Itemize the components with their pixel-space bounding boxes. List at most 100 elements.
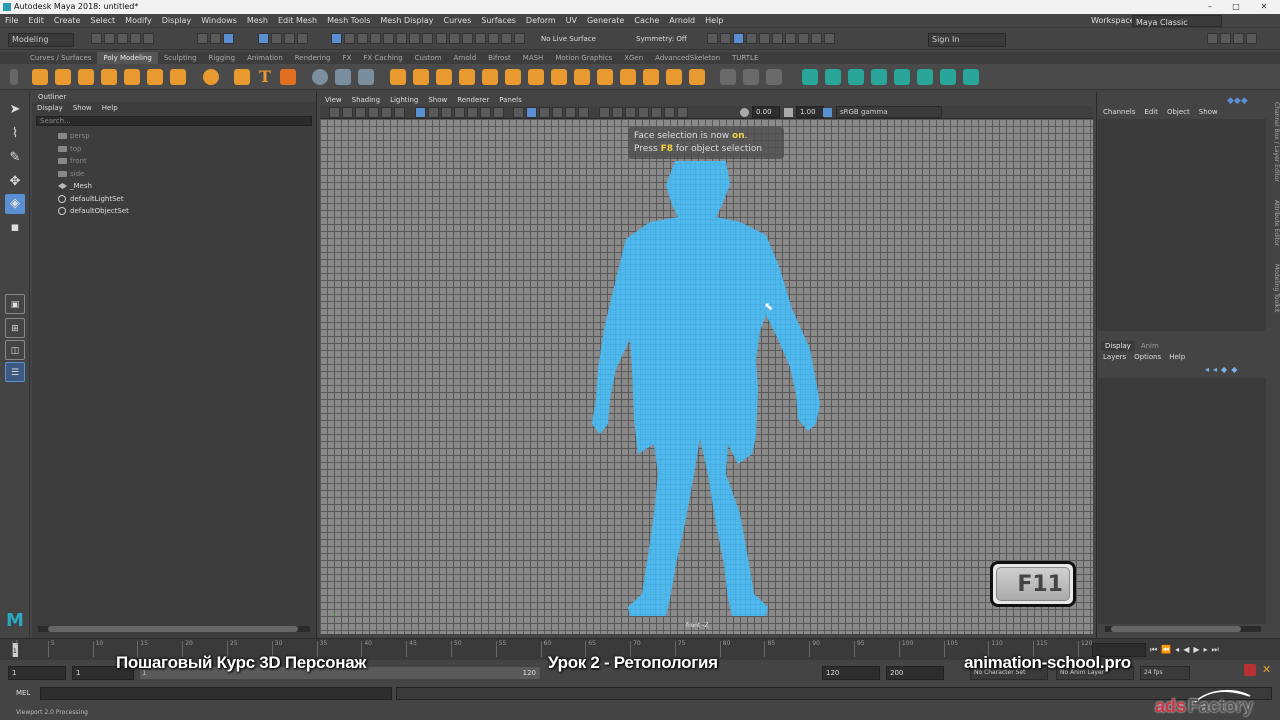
poly-torus-icon[interactable] <box>124 69 140 85</box>
snap-point-icon[interactable] <box>462 33 473 44</box>
select-curve-icon[interactable] <box>357 33 369 44</box>
viewport-menu-shading[interactable]: Shading <box>347 94 385 106</box>
play-backward-icon[interactable]: ◀ <box>1183 645 1193 654</box>
render-settings-icon[interactable] <box>772 33 783 44</box>
separate-icon[interactable] <box>335 69 351 85</box>
poly-cylinder-icon[interactable] <box>78 69 94 85</box>
image-plane-icon[interactable] <box>368 107 379 118</box>
layer-menu-help[interactable]: Help <box>1169 353 1185 361</box>
scale-tool-icon[interactable]: ▪ <box>5 218 25 238</box>
redo-icon[interactable] <box>143 33 154 44</box>
uv-shell-icon[interactable] <box>917 69 933 85</box>
select-misc-icon[interactable] <box>409 33 421 44</box>
shelf-settings-icon[interactable] <box>10 69 18 85</box>
layer-tab-anim[interactable]: Anim <box>1135 341 1165 351</box>
input-ops-icon[interactable] <box>707 33 718 44</box>
pause-icon[interactable] <box>811 33 822 44</box>
hierarchy-mode-icon[interactable] <box>197 33 208 44</box>
snap-curve-icon[interactable] <box>449 33 460 44</box>
grid-toggle-icon[interactable] <box>414 107 426 118</box>
scrollbar-thumb[interactable] <box>48 626 298 632</box>
boolean-icon[interactable] <box>390 69 406 85</box>
poke-icon[interactable] <box>643 69 659 85</box>
ipr-render-icon[interactable] <box>759 33 770 44</box>
workspace-dropdown[interactable]: Maya Classic <box>1132 15 1222 27</box>
new-layer-selected-icon[interactable]: ◆ <box>1231 365 1241 374</box>
outliner-item-mesh[interactable]: _Mesh <box>32 180 316 193</box>
go-to-end-icon[interactable]: ⏭ <box>1212 645 1223 654</box>
render-frame-icon[interactable] <box>746 33 757 44</box>
select-poly-icon[interactable] <box>344 33 356 44</box>
mel-label[interactable]: MEL <box>16 689 30 697</box>
select-deform-icon[interactable] <box>370 33 382 44</box>
menu-uv[interactable]: UV <box>561 14 582 28</box>
maximize-button[interactable]: □ <box>1222 0 1250 14</box>
menu-edit[interactable]: Edit <box>23 14 49 28</box>
menu-windows[interactable]: Windows <box>196 14 242 28</box>
cylindrical-map-icon[interactable] <box>766 69 782 85</box>
shelf-tab-bifrost[interactable]: Bifrost <box>482 52 517 64</box>
poly-disc-icon[interactable] <box>170 69 186 85</box>
shelf-tab-rigging[interactable]: Rigging <box>203 52 242 64</box>
paint-select-tool-icon[interactable]: ✎ <box>5 148 25 168</box>
isolate-select-icon[interactable] <box>624 107 636 118</box>
animation-end-field[interactable]: 200 <box>886 666 944 680</box>
append-polygon-icon[interactable] <box>505 69 521 85</box>
menu-curves[interactable]: Curves <box>438 14 476 28</box>
magnet-icon[interactable] <box>514 33 525 44</box>
viewport-menu-view[interactable]: View <box>320 94 347 106</box>
outliner-item-persp[interactable]: persp <box>32 130 316 143</box>
move-layer-up-icon[interactable]: ◂ <box>1205 365 1213 374</box>
poly-cube-icon[interactable] <box>55 69 71 85</box>
pin-icon[interactable]: ◆ <box>1227 96 1234 106</box>
front-viewport[interactable]: ⬉ front -Z ⌞ <box>320 119 1093 634</box>
textured-icon[interactable] <box>552 107 564 118</box>
menuset-dropdown[interactable]: Modeling <box>8 33 74 47</box>
menu-help[interactable]: Help <box>700 14 728 28</box>
step-forward-icon[interactable]: ▸ <box>1204 645 1212 654</box>
menu-mesh-display[interactable]: Mesh Display <box>375 14 438 28</box>
tool-settings-toggle-icon[interactable] <box>1233 33 1244 44</box>
channel-box-toggle-icon[interactable] <box>1246 33 1257 44</box>
uv-editor-icon[interactable] <box>720 69 736 85</box>
outliner-search-input[interactable]: Search... <box>36 116 312 126</box>
move-tool-icon[interactable]: ✥ <box>5 172 25 192</box>
bevel-icon[interactable] <box>482 69 498 85</box>
move-uv-icon[interactable] <box>894 69 910 85</box>
select-face-icon[interactable] <box>296 33 308 44</box>
menu-mesh[interactable]: Mesh <box>242 14 273 28</box>
character-mesh[interactable] <box>320 119 1093 634</box>
channel-menu-channels[interactable]: Channels <box>1103 108 1135 116</box>
wedge-icon[interactable] <box>666 69 682 85</box>
construction-history-icon[interactable] <box>720 33 731 44</box>
color-management-icon[interactable] <box>823 108 832 117</box>
grease-pencil-icon[interactable] <box>394 107 405 118</box>
channel-menu-edit[interactable]: Edit <box>1144 108 1158 116</box>
outliner-horizontal-scrollbar[interactable] <box>38 626 310 632</box>
hypershade-icon[interactable] <box>785 33 796 44</box>
layout-icon[interactable]: ◆ <box>1234 96 1241 106</box>
channel-scrollbar[interactable] <box>1105 626 1261 632</box>
xray-icon[interactable] <box>598 107 610 118</box>
component-mode-icon[interactable] <box>223 33 234 44</box>
layer-menu-options[interactable]: Options <box>1134 353 1161 361</box>
outliner-item-side[interactable]: side <box>32 168 316 181</box>
shadows-icon[interactable] <box>578 107 590 118</box>
select-dynamics-icon[interactable] <box>383 33 395 44</box>
camera-attributes-icon[interactable] <box>342 107 353 118</box>
outliner-menu-display[interactable]: Display <box>32 102 68 114</box>
outliner-menu-show[interactable]: Show <box>68 102 97 114</box>
auto-key-icon[interactable] <box>1244 664 1256 676</box>
snap-grid-icon[interactable] <box>436 33 447 44</box>
resolution-gate-icon[interactable] <box>440 107 452 118</box>
fps-dropdown[interactable]: 24 fps <box>1140 666 1190 680</box>
animation-start-field[interactable]: 1 <box>8 666 66 680</box>
menu-create[interactable]: Create <box>49 14 86 28</box>
restore-icon[interactable]: ◆ <box>1241 96 1248 106</box>
combine-icon[interactable] <box>312 69 328 85</box>
target-weld-icon[interactable] <box>597 69 613 85</box>
shelf-tab-xgen[interactable]: XGen <box>618 52 649 64</box>
fill-hole-icon[interactable] <box>528 69 544 85</box>
shelf-tab-poly-modeling[interactable]: Poly Modeling <box>97 52 158 64</box>
side-tab-attribute-editor[interactable]: Attribute Editor <box>1268 200 1280 246</box>
